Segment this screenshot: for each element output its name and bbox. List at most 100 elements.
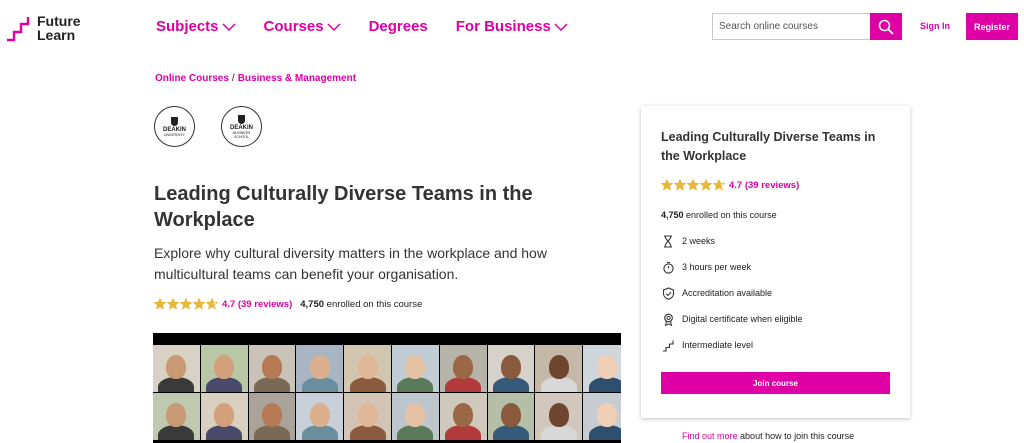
breadcrumb-separator: /: [231, 73, 235, 84]
deakin-university-logo[interactable]: DEAKIN UNIVERSITY: [154, 106, 195, 147]
portrait-head: [500, 403, 521, 427]
course-hero-image[interactable]: [153, 333, 621, 443]
collage-portrait: [487, 393, 535, 440]
feature-weekly-hours: 3 hours per week: [661, 260, 751, 274]
star-icon: [167, 298, 179, 310]
portrait-head: [357, 403, 378, 427]
portrait-body: [349, 425, 386, 440]
nav-degrees[interactable]: Degrees: [369, 18, 428, 35]
portrait-head: [500, 355, 521, 379]
portrait-body: [158, 425, 195, 440]
portrait-body: [397, 377, 434, 392]
collage-portrait: [153, 345, 200, 392]
card-rating-reviews-link[interactable]: 4.7 (39 reviews): [729, 180, 799, 191]
feature-duration: 2 weeks: [661, 234, 715, 248]
nav-degrees-label: Degrees: [368, 18, 428, 35]
star-rating: [154, 298, 219, 310]
search-icon: [878, 19, 894, 35]
portrait-body: [588, 425, 621, 440]
portrait-head: [405, 355, 426, 379]
search-input[interactable]: [712, 13, 870, 40]
portrait-head: [309, 403, 330, 427]
collage-portrait: [248, 393, 296, 440]
register-button[interactable]: Register: [966, 13, 1018, 40]
portrait-body: [253, 425, 290, 440]
star-icon: [661, 179, 673, 191]
logo-line-1: Future: [37, 13, 81, 29]
portrait-head: [453, 355, 474, 379]
partner-sub: UNIVERSITY: [163, 132, 185, 137]
deakin-business-school-logo[interactable]: DEAKIN BUSINESS SCHOOL: [221, 106, 262, 147]
course-description: Explore why cultural diversity matters i…: [154, 245, 547, 282]
search-button[interactable]: [870, 13, 902, 40]
collage-portrait: [248, 345, 296, 392]
portrait-body: [301, 377, 338, 392]
chevron-down-icon: [222, 22, 236, 31]
collage-portrait: [391, 345, 439, 392]
card-rating: 4.7 (39 reviews): [661, 179, 799, 191]
portrait-head: [214, 403, 235, 427]
futurelearn-logo[interactable]: Future Learn: [6, 14, 81, 42]
portrait-body: [540, 425, 577, 440]
portrait-head: [214, 355, 235, 379]
collage-portrait: [344, 393, 391, 440]
breadcrumb-business-management[interactable]: Business & Management: [238, 73, 356, 84]
portrait-body: [206, 377, 243, 392]
card-enrolled-number: 4,750: [661, 210, 684, 220]
logo-line-2: Learn: [37, 27, 76, 43]
portrait-body: [253, 377, 290, 392]
portrait-body: [492, 377, 529, 392]
star-icon: [180, 298, 192, 310]
find-out-more-link[interactable]: Find out more: [682, 431, 738, 441]
portrait-body: [445, 377, 482, 392]
card-enrolled-suffix: enrolled on this course: [686, 210, 777, 220]
feature-certificate: Digital certificate when eligible: [661, 312, 803, 326]
chevron-down-icon: [327, 22, 341, 31]
star-icon: [154, 298, 166, 310]
nav-for-business[interactable]: For Business: [456, 18, 568, 35]
collage-portrait: [439, 345, 487, 392]
star-icon: [193, 298, 205, 310]
collage-portrait: [535, 393, 583, 440]
portrait-head: [405, 403, 426, 427]
card-title: Leading Culturally Diverse Teams in the …: [661, 130, 876, 163]
portrait-body: [397, 425, 434, 440]
star-icon: [687, 179, 699, 191]
shield-check-icon: [661, 286, 675, 300]
hourglass-icon: [661, 234, 675, 248]
star-rating: [661, 179, 726, 191]
enrolled-suffix: enrolled on this course: [326, 298, 423, 310]
portrait-head: [309, 355, 330, 379]
nav-for-business-label: For Business: [455, 18, 551, 35]
portrait-head: [261, 355, 282, 379]
portrait-body: [301, 425, 338, 440]
feature-level: Intermediate level: [661, 338, 753, 352]
main-nav: Subjects Courses Degrees For Business: [156, 18, 596, 35]
portrait-head: [453, 403, 474, 427]
course-summary-card: Leading Culturally Diverse Teams in the …: [641, 106, 910, 418]
feature-weekly-hours-label: 3 hours per week: [682, 262, 752, 272]
star-icon: [700, 179, 712, 191]
portrait-body: [349, 377, 386, 392]
portrait-head: [166, 403, 187, 427]
nav-subjects[interactable]: Subjects: [156, 18, 236, 35]
page-title: Leading Culturally Diverse Teams in the …: [154, 183, 533, 231]
join-course-button[interactable]: Join course: [661, 372, 890, 394]
collage-portrait: [583, 345, 621, 392]
search-bar: [712, 13, 902, 40]
collage-portrait: [200, 345, 248, 392]
nav-courses[interactable]: Courses: [264, 18, 341, 35]
stopwatch-icon: [661, 260, 675, 274]
star-icon: [713, 179, 725, 191]
portrait-head: [261, 403, 282, 427]
portrait-body: [588, 377, 621, 392]
portrait-head: [548, 403, 569, 427]
find-out-more-suffix: about how to join this course: [740, 431, 855, 441]
portrait-body: [492, 425, 529, 440]
futurelearn-logo-icon: [7, 17, 30, 42]
rating-reviews-link[interactable]: 4.7 (39 reviews): [222, 299, 292, 310]
collage-portrait: [344, 345, 391, 392]
sign-in-link[interactable]: Sign In: [920, 21, 950, 31]
breadcrumb-online-courses[interactable]: Online Courses: [155, 73, 229, 84]
logo-text: Future Learn: [37, 14, 81, 42]
